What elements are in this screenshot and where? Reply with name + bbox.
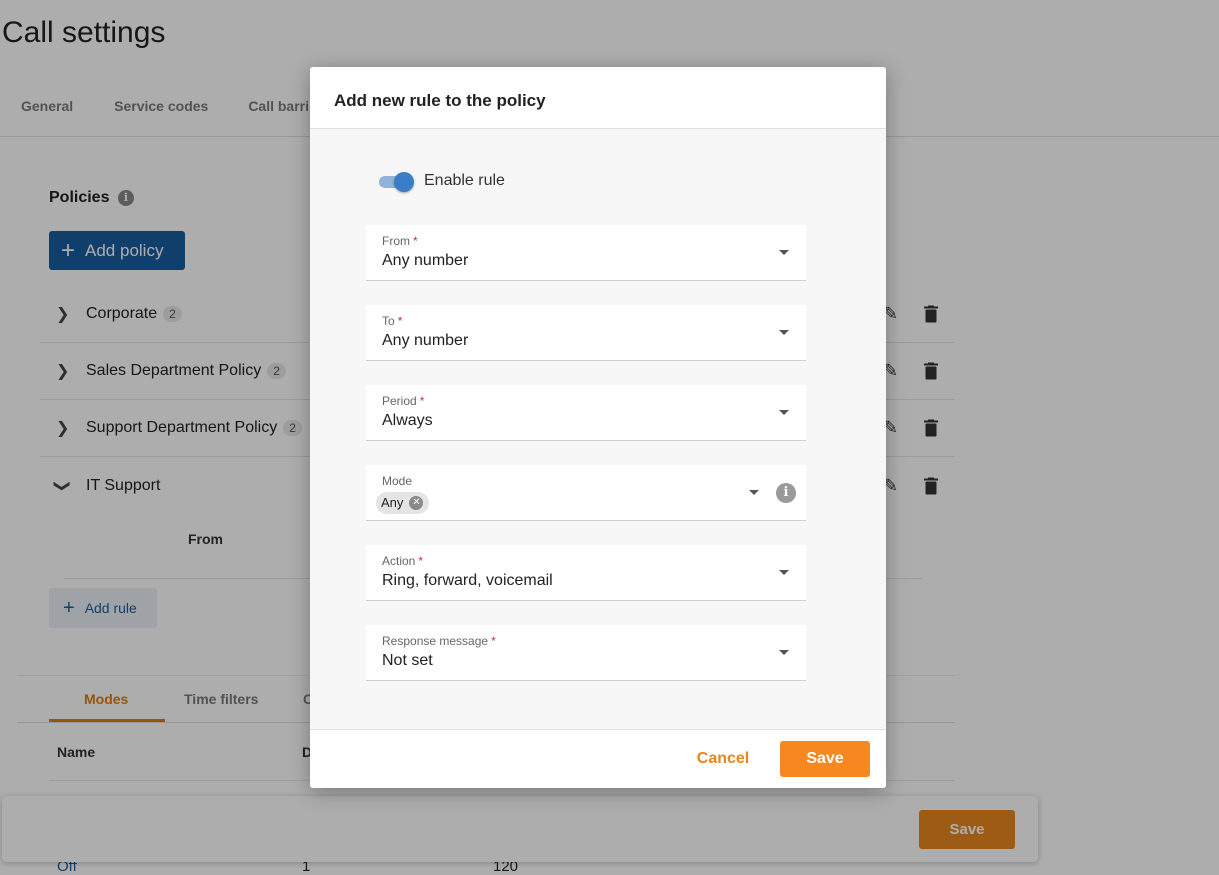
dialog-header: Add new rule to the policy: [310, 67, 886, 129]
field-label: Mode: [382, 474, 413, 488]
enable-rule-toggle[interactable]: [378, 171, 416, 193]
action-value: Ring, forward, voicemail: [382, 572, 553, 589]
dropdown-arrow-icon[interactable]: [779, 330, 789, 335]
from-select[interactable]: From * Any number: [366, 225, 806, 281]
from-value: Any number: [382, 252, 469, 269]
dropdown-arrow-icon[interactable]: [779, 250, 789, 255]
field-label: Response message: [382, 634, 489, 648]
dialog-footer: Cancel Save: [310, 729, 886, 788]
field-label: Period: [382, 394, 417, 408]
period-select[interactable]: Period * Always: [366, 385, 806, 441]
dropdown-arrow-icon[interactable]: [779, 570, 789, 575]
required-marker: *: [491, 634, 496, 648]
toggle-knob: [394, 172, 414, 192]
required-marker: *: [397, 314, 403, 328]
cancel-button[interactable]: Cancel: [686, 741, 760, 777]
field-label: Action: [382, 554, 416, 568]
save-button[interactable]: Save: [780, 741, 870, 777]
required-marker: *: [413, 234, 418, 248]
field-label: To: [382, 314, 395, 328]
mode-chip: Any ✕: [376, 492, 430, 514]
period-value: Always: [382, 412, 433, 429]
to-select[interactable]: To * Any number: [366, 305, 806, 361]
dropdown-arrow-icon[interactable]: [779, 410, 789, 415]
chip-label: Any: [381, 495, 404, 510]
dropdown-arrow-icon[interactable]: [779, 650, 789, 655]
info-icon[interactable]: i: [776, 483, 796, 503]
required-marker: *: [419, 394, 425, 408]
field-label: From: [382, 234, 410, 248]
mode-select[interactable]: Mode Any ✕ i: [366, 465, 806, 521]
required-marker: *: [418, 554, 424, 568]
add-rule-dialog: Add new rule to the policy Enable rule F…: [310, 67, 886, 788]
dialog-title: Add new rule to the policy: [334, 91, 546, 110]
dropdown-arrow-icon[interactable]: [749, 490, 759, 495]
response-message-value: Not set: [382, 652, 433, 669]
to-value: Any number: [382, 332, 469, 349]
action-select[interactable]: Action * Ring, forward, voicemail: [366, 545, 806, 601]
response-message-select[interactable]: Response message * Not set: [366, 625, 806, 681]
chip-remove-icon[interactable]: ✕: [409, 496, 424, 510]
enable-rule-label: Enable rule: [424, 172, 505, 189]
